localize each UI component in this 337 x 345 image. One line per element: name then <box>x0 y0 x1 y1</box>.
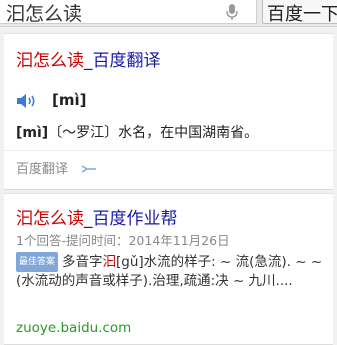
title-highlight: 汩怎么读 <box>16 51 84 71</box>
definition-text: 〔～罗江〕水名，在中国湖南省。 <box>48 125 259 141</box>
search-button-label: 百度一下 <box>267 4 337 25</box>
result-snippet: 最佳答案 多音字汩[gǔ]水流的样子: ~ 流(急流). ~ ~ (水流动的声音或… <box>16 252 328 290</box>
result-meta: 1个回答-提问时间：2014年11月26日 <box>16 233 230 248</box>
divider <box>4 150 333 151</box>
pinyin-text: [mì] <box>52 91 87 109</box>
speaker-icon[interactable] <box>16 93 38 109</box>
definition-pinyin: [mì] <box>16 125 49 141</box>
result-card-translation: 汩怎么读_百度翻译 [mì] [mì]〔～罗江〕水名，在中国湖南省。 百度翻译 <box>4 33 333 190</box>
result-url[interactable]: zuoye.baidu.com <box>16 320 131 336</box>
snippet-highlight: 汩 <box>102 254 117 270</box>
result-card-zuoyebang: 汩怎么读_百度作业帮 1个回答-提问时间：2014年11月26日 最佳答案 多音字… <box>4 193 333 345</box>
title-rest: _百度翻译 <box>84 51 161 71</box>
search-button[interactable]: 百度一下 <box>262 0 337 25</box>
result-title-link[interactable]: 汩怎么读_百度翻译 <box>16 46 161 71</box>
definition-line: [mì]〔～罗江〕水名，在中国湖南省。 <box>16 122 258 142</box>
source-arrow-icon <box>81 165 96 173</box>
title-highlight: 汩怎么读 <box>16 209 84 229</box>
top-search-bar: 汩怎么读 百度一下 <box>0 0 337 27</box>
source-label[interactable]: 百度翻译 <box>16 158 68 177</box>
snippet-prefix: 多音字 <box>62 254 103 270</box>
best-answer-badge: 最佳答案 <box>16 252 59 272</box>
search-input[interactable]: 汩怎么读 <box>0 0 257 25</box>
title-rest: _百度作业帮 <box>84 209 178 229</box>
search-query-text: 汩怎么读 <box>6 3 83 25</box>
result-title-link[interactable]: 汩怎么读_百度作业帮 <box>16 204 178 229</box>
microphone-icon[interactable] <box>224 2 240 22</box>
